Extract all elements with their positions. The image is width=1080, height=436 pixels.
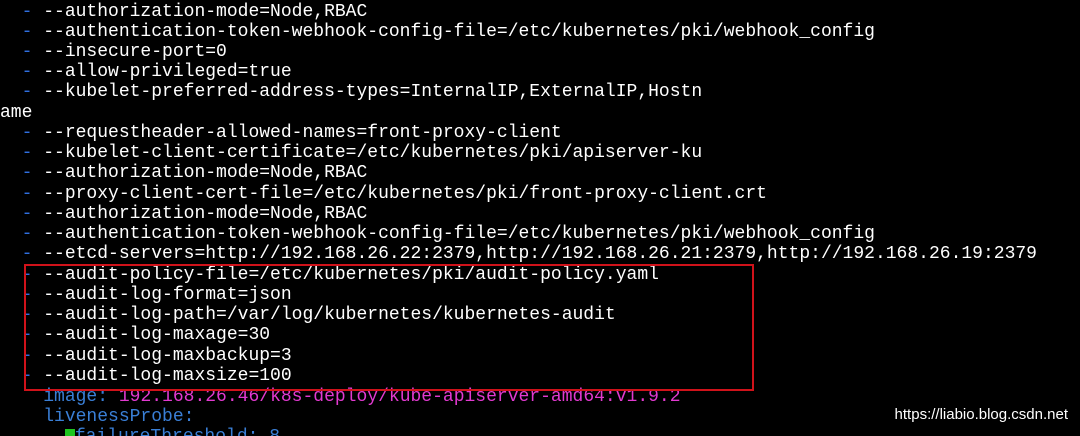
watermark: https://liabio.blog.csdn.net: [894, 406, 1068, 423]
terminal-line: - --insecure-port=0: [0, 42, 227, 62]
arg-text: --kubelet-preferred-address-types=Intern…: [43, 82, 703, 102]
list-dash: -: [0, 42, 44, 62]
image-value: 192.168.26.46/k8s-deploy/kube-apiserver-…: [118, 387, 681, 407]
list-dash: -: [0, 62, 44, 82]
terminal-line: - --allow-privileged=true: [0, 62, 292, 82]
terminal-line: - --authorization-mode=Node,RBAC: [0, 163, 368, 183]
arg-text: --audit-log-maxage=30: [43, 325, 271, 345]
list-dash: -: [0, 265, 44, 285]
list-dash: -: [0, 22, 44, 42]
list-dash: -: [0, 123, 44, 143]
terminal-line: - --proxy-client-cert-file=/etc/kubernet…: [0, 184, 767, 204]
list-dash: -: [0, 143, 44, 163]
arg-text: --etcd-servers=http://192.168.26.22:2379…: [43, 244, 1037, 264]
terminal-line: - --audit-log-maxsize=100: [0, 366, 292, 386]
arg-text: --authentication-token-webhook-config-fi…: [43, 22, 875, 42]
list-dash: -: [0, 346, 44, 366]
terminal-cursor: [64, 429, 75, 436]
liveness-line: livenessProbe:: [0, 407, 194, 427]
liveness-probe-key: livenessProbe:: [43, 407, 195, 427]
terminal-line: - --authorization-mode=Node,RBAC: [0, 2, 368, 22]
arg-text: --audit-log-path=/var/log/kubernetes/kub…: [43, 305, 616, 325]
terminal-line: - --audit-log-maxbackup=3: [0, 346, 292, 366]
terminal-line: - --audit-log-path=/var/log/kubernetes/k…: [0, 305, 616, 325]
terminal-line: - --authentication-token-webhook-config-…: [0, 224, 875, 244]
arg-text: --audit-log-format=json: [43, 285, 292, 305]
list-dash: -: [0, 184, 44, 204]
terminal-line: - --etcd-servers=http://192.168.26.22:23…: [0, 244, 1037, 264]
terminal-window[interactable]: - --authorization-mode=Node,RBAC - --aut…: [0, 0, 1080, 436]
terminal-line: - --kubelet-client-certificate=/etc/kube…: [0, 143, 703, 163]
list-dash: -: [0, 163, 44, 183]
arg-text: --kubelet-client-certificate=/etc/kubern…: [43, 143, 703, 163]
arg-text: --insecure-port=0: [43, 42, 227, 62]
image-line: image: 192.168.26.46/k8s-deploy/kube-api…: [0, 387, 681, 407]
list-dash: -: [0, 204, 44, 224]
list-dash: -: [0, 224, 44, 244]
arg-text: --authorization-mode=Node,RBAC: [43, 163, 368, 183]
list-dash: -: [0, 366, 44, 386]
arg-text: --authorization-mode=Node,RBAC: [43, 204, 368, 224]
terminal-line-wrap: ame: [0, 103, 32, 123]
list-dash: -: [0, 2, 44, 22]
arg-text: --authorization-mode=Node,RBAC: [43, 2, 368, 22]
list-dash: -: [0, 82, 44, 102]
arg-text: --requestheader-allowed-names=front-prox…: [43, 123, 562, 143]
terminal-line: - --requestheader-allowed-names=front-pr…: [0, 123, 562, 143]
list-dash: -: [0, 325, 44, 345]
terminal-line: - --audit-log-maxage=30: [0, 325, 270, 345]
list-dash: -: [0, 305, 44, 325]
arg-text: --allow-privileged=true: [43, 62, 292, 82]
terminal-line: - --audit-policy-file=/etc/kubernetes/pk…: [0, 265, 659, 285]
arg-text: --audit-policy-file=/etc/kubernetes/pki/…: [43, 265, 659, 285]
list-dash: -: [0, 285, 44, 305]
terminal-cursor-line: failureThreshold: 8: [0, 427, 280, 436]
terminal-line: - --authentication-token-webhook-config-…: [0, 22, 875, 42]
failure-threshold-key: failureThreshold: 8: [75, 427, 280, 436]
arg-text: --authentication-token-webhook-config-fi…: [43, 224, 875, 244]
arg-text: --audit-log-maxbackup=3: [43, 346, 292, 366]
arg-text: --proxy-client-cert-file=/etc/kubernetes…: [43, 184, 767, 204]
arg-text: --audit-log-maxsize=100: [43, 366, 292, 386]
arg-text: ame: [0, 103, 33, 123]
list-dash: -: [0, 244, 44, 264]
terminal-line: - --audit-log-format=json: [0, 285, 292, 305]
image-key: image:: [43, 387, 109, 407]
terminal-line: - --kubelet-preferred-address-types=Inte…: [0, 82, 703, 102]
terminal-line: - --authorization-mode=Node,RBAC: [0, 204, 368, 224]
